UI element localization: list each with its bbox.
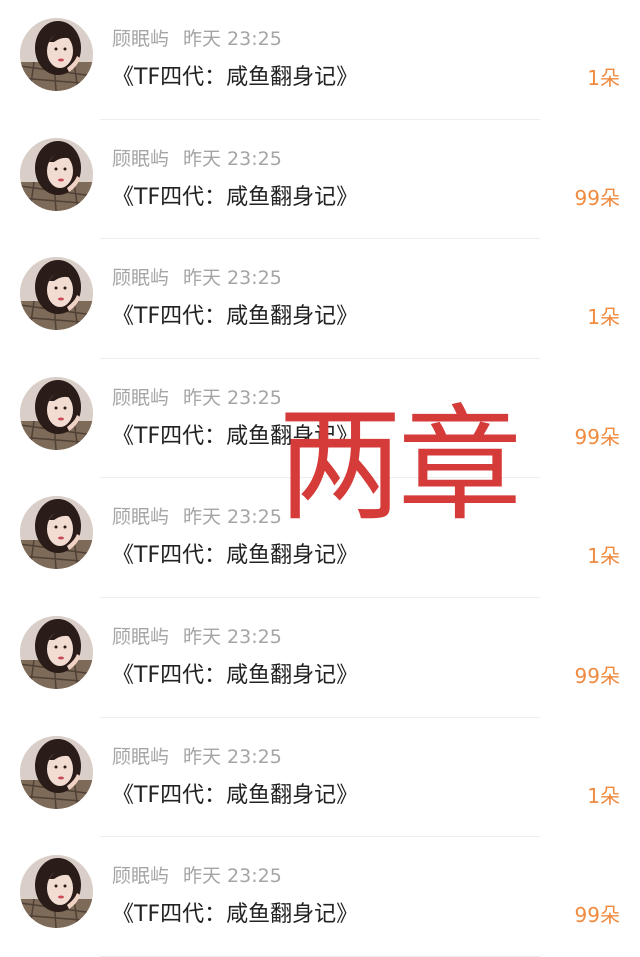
gift-amount: 1朵 [587, 305, 620, 330]
avatar[interactable] [20, 735, 93, 809]
timestamp: 昨天 23:25 [183, 865, 282, 888]
sender-name: 顾眠屿 [112, 865, 170, 888]
timestamp: 昨天 23:25 [183, 625, 282, 648]
book-title: 《TF四代：咸鱼翻身记》 [112, 65, 359, 90]
gift-amount: 99朵 [574, 185, 620, 210]
item-meta: 顾眠屿 昨天 23:25 [112, 144, 282, 171]
avatar[interactable] [20, 257, 93, 331]
item-meta: 顾眠屿 昨天 23:25 [112, 622, 282, 649]
item-meta: 顾眠屿 昨天 23:25 [112, 502, 282, 529]
sender-name: 顾眠屿 [112, 386, 170, 409]
list-item[interactable]: 顾眠屿 昨天 23:25 《TF四代：咸鱼翻身记》 1朵 [0, 718, 640, 838]
list-item[interactable]: 顾眠屿 昨天 23:25 《TF四代：咸鱼翻身记》 99朵 [0, 120, 640, 240]
book-title: 《TF四代：咸鱼翻身记》 [112, 184, 359, 210]
list-item[interactable]: 顾眠屿 昨天 23:25 《TF四代：咸鱼翻身记》 1朵 [0, 0, 640, 120]
book-title: 《TF四代：咸鱼翻身记》 [112, 304, 359, 330]
timestamp: 昨天 23:25 [183, 506, 282, 529]
timestamp: 昨天 23:25 [183, 267, 282, 290]
item-meta: 顾眠屿 昨天 23:25 [112, 742, 282, 769]
gift-amount: 99朵 [574, 424, 620, 449]
list-item[interactable]: 顾眠屿 昨天 23:25 《TF四代：咸鱼翻身记》 99朵 [0, 598, 640, 718]
gift-amount: 1朵 [587, 66, 620, 90]
timestamp: 昨天 23:25 [183, 745, 282, 768]
sender-name: 顾眠屿 [112, 28, 170, 50]
list-item[interactable]: 顾眠屿 昨天 23:25 《TF四代：咸鱼翻身记》 99朵 [0, 837, 640, 957]
avatar[interactable] [20, 855, 93, 929]
item-meta: 顾眠屿 昨天 23:25 [112, 383, 282, 410]
gift-amount: 1朵 [587, 783, 620, 808]
sender-name: 顾眠屿 [112, 267, 170, 290]
avatar[interactable] [20, 137, 93, 211]
avatar[interactable] [20, 615, 93, 689]
sender-name: 顾眠屿 [112, 147, 170, 170]
item-meta: 顾眠屿 昨天 23:25 [112, 263, 282, 290]
sender-name: 顾眠屿 [112, 625, 170, 648]
book-title: 《TF四代：咸鱼翻身记》 [112, 543, 359, 569]
gift-amount: 1朵 [587, 544, 620, 569]
timestamp: 昨天 23:25 [183, 147, 282, 170]
item-meta: 顾眠屿 昨天 23:25 [112, 861, 282, 888]
gift-amount: 99朵 [574, 663, 620, 688]
avatar[interactable] [20, 18, 93, 91]
timestamp: 昨天 23:25 [183, 28, 282, 50]
sender-name: 顾眠屿 [112, 506, 170, 529]
book-title: 《TF四代：咸鱼翻身记》 [112, 902, 359, 928]
avatar[interactable] [20, 496, 93, 570]
book-title: 《TF四代：咸鱼翻身记》 [112, 662, 359, 688]
item-meta: 顾眠屿 昨天 23:25 [112, 24, 282, 51]
timestamp: 昨天 23:25 [183, 386, 282, 409]
avatar[interactable] [20, 376, 93, 450]
list-item[interactable]: 顾眠屿 昨天 23:25 《TF四代：咸鱼翻身记》 1朵 [0, 239, 640, 359]
gift-amount: 99朵 [574, 903, 620, 928]
sender-name: 顾眠屿 [112, 745, 170, 768]
book-title: 《TF四代：咸鱼翻身记》 [112, 782, 359, 808]
overlay-caption: 两章 [278, 394, 522, 538]
